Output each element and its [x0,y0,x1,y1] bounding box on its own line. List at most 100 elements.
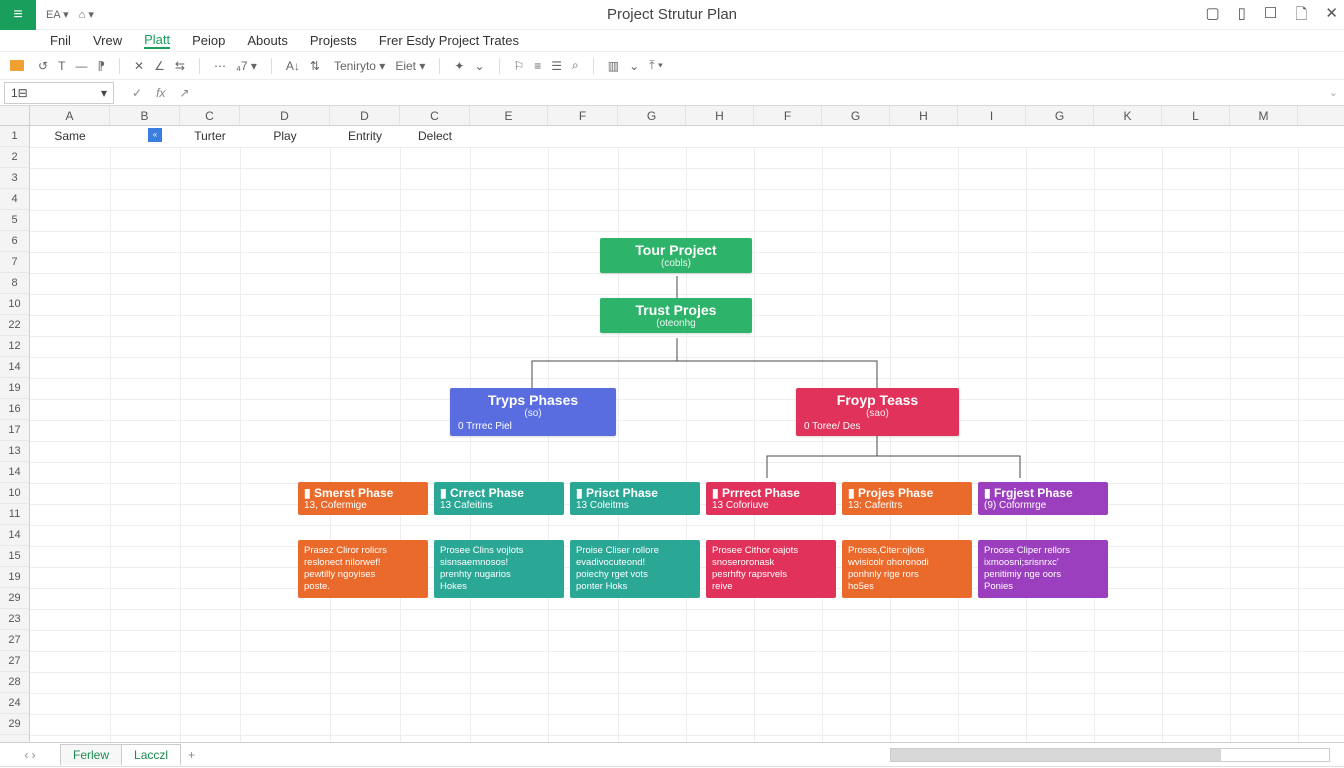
folder-icon[interactable] [10,60,24,71]
app-menu-button[interactable]: ≡ [0,0,36,30]
redo-icon[interactable]: — [75,59,87,73]
upload-icon[interactable]: ⤒ ▾ [649,58,663,73]
row-header[interactable]: 16 [0,399,29,420]
align-icon[interactable]: ☰ [551,59,562,73]
cell[interactable]: Turter [180,126,240,147]
add-sheet-button[interactable]: + [180,745,203,765]
column-header[interactable]: D [330,106,400,125]
row-header[interactable]: 29 [0,714,29,735]
row-header[interactable]: 17 [0,420,29,441]
column-header[interactable]: F [548,106,618,125]
cut-icon[interactable]: ✕ [134,59,144,73]
tool-icon[interactable]: ✦ [454,59,464,73]
column-header[interactable]: D [240,106,330,125]
horizontal-scrollbar[interactable] [890,748,1330,762]
win-btn[interactable]: ▯ [1238,4,1246,29]
column-header[interactable]: G [618,106,686,125]
row-header[interactable]: 28 [0,672,29,693]
row-header[interactable]: 14 [0,462,29,483]
menu-item[interactable]: Projests [310,33,357,48]
phase-node[interactable]: ▮ Frgjest Phase(9) Coformrge [978,482,1108,515]
row-header[interactable]: 11 [0,504,29,525]
undo-icon[interactable]: ↺ [38,59,48,73]
row-header[interactable]: 22 [0,315,29,336]
fx-expand-icon[interactable]: ↗ [179,86,189,100]
phase-node[interactable]: ▮ Projes Phase13: Caferitrs [842,482,972,515]
row-header[interactable]: 4 [0,189,29,210]
column-header[interactable]: K [1094,106,1162,125]
phase-node[interactable]: ▮ Prisct Phase13 Coleitms [570,482,700,515]
tool-icon[interactable]: ₄7 ▾ [236,59,257,73]
row-header[interactable]: 29 [0,588,29,609]
tool-icon[interactable]: ⋯ [214,59,226,73]
cell[interactable]: Same [30,126,110,147]
row-header[interactable]: 5 [0,210,29,231]
phase-node[interactable]: ▮ Prrrect Phase13 Coforiuve [706,482,836,515]
row-header[interactable]: 3 [0,168,29,189]
menu-item[interactable]: Frer Esdy Project Trates [379,33,519,48]
row-header[interactable]: 27 [0,630,29,651]
italic-icon[interactable]: ∠ [154,59,165,73]
column-header[interactable]: E [470,106,548,125]
phase-desc[interactable]: Proose Cliper rellorsixmoosni;srisnrxc'p… [978,540,1108,598]
row-header[interactable]: 23 [0,609,29,630]
sort-desc-icon[interactable]: ⇅ [310,59,320,73]
org-node-branch[interactable]: Froyp Teass (sao) 0 Toree/ Des [796,388,959,436]
fx-cancel-icon[interactable]: ✓ [132,86,142,100]
column-header[interactable]: I [958,106,1026,125]
style-combo[interactable]: Eiet ▾ [395,59,425,73]
phase-desc[interactable]: Prosee Cithor oajotssnoseroronaskpesrhft… [706,540,836,598]
column-header[interactable]: B [110,106,180,125]
chart-icon[interactable]: ▥ [608,59,619,73]
cell[interactable]: Play [240,126,330,147]
row-header[interactable]: 2 [0,147,29,168]
qa-item[interactable]: ⌂ ▾ [79,8,94,21]
win-btn[interactable]: 🗋 [1295,4,1307,29]
column-header[interactable]: H [686,106,754,125]
column-header[interactable]: M [1230,106,1298,125]
menu-item[interactable]: Abouts [247,33,287,48]
org-node-root[interactable]: Tour Project (cobls) [600,238,752,273]
column-header[interactable]: G [822,106,890,125]
org-node[interactable]: Trust Projes (oteonhg [600,298,752,333]
menu-item[interactable]: Vrew [93,33,122,48]
column-header[interactable]: L [1162,106,1230,125]
row-header[interactable]: 1 [0,126,29,147]
align-icon[interactable]: ≡ [534,59,541,73]
phase-desc[interactable]: Proise Cliser rolloreevadivocuteond!poie… [570,540,700,598]
row-header[interactable]: 24 [0,693,29,714]
row-header[interactable]: 13 [0,441,29,462]
column-header[interactable]: F [754,106,822,125]
row-header[interactable]: 27 [0,651,29,672]
tool-icon[interactable]: ⁋ [97,59,105,73]
tab-nav[interactable]: ‹ › [0,748,60,762]
phase-desc[interactable]: Prosss,Citer:ojlotswvisicolr ohoronodipo… [842,540,972,598]
phase-node[interactable]: ▮ Crrect Phase13 Cafeitins [434,482,564,515]
row-header[interactable]: 14 [0,525,29,546]
phase-desc[interactable]: Prosee Clins vojlotssisnsaemnosos!prenht… [434,540,564,598]
row-header[interactable]: 15 [0,546,29,567]
row-header[interactable]: 7 [0,252,29,273]
close-icon[interactable]: ✕ [1325,4,1338,29]
qa-item[interactable]: EA ▾ [46,8,69,21]
column-header[interactable]: C [400,106,470,125]
search-icon[interactable]: ⌕ [572,58,579,73]
row-header[interactable]: 10 [0,483,29,504]
menu-item[interactable]: Fnil [50,33,71,48]
sheet-tab[interactable]: Ferlew [60,744,122,765]
org-node-branch[interactable]: Tryps Phases (so) 0 Trrrec Piel [450,388,616,436]
font-combo[interactable]: Teniryto ▾ [334,59,385,73]
row-header[interactable]: 10 [0,294,29,315]
phase-node[interactable]: ▮ Smerst Phase13, Cofermige [298,482,428,515]
row-header[interactable]: 8 [0,273,29,294]
cell[interactable]: Entrity [330,126,400,147]
column-header[interactable]: A [30,106,110,125]
tool-icon[interactable]: ⚐ [514,59,525,73]
fx-icon[interactable]: fx [156,86,165,100]
row-header[interactable]: 19 [0,567,29,588]
select-all-corner[interactable] [0,106,30,125]
cell[interactable]: Delect [400,126,470,147]
row-header[interactable]: 12 [0,336,29,357]
name-box[interactable]: 1⊟▾ [4,82,114,104]
tool-icon[interactable]: ⇆ [175,59,185,73]
